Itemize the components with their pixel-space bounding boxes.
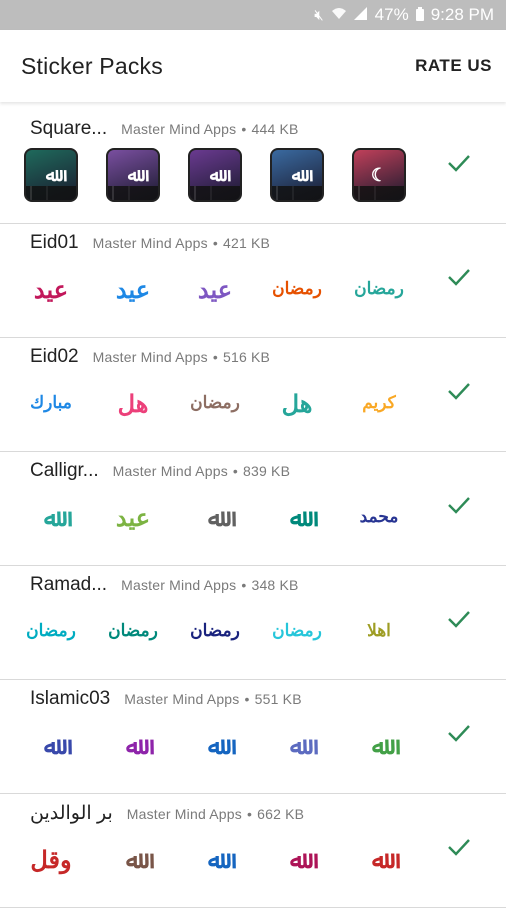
- added-check-icon[interactable]: [446, 150, 472, 176]
- sticker-pack-row[interactable]: Eid02 Master Mind Apps • 516 KB مبارك هل رمضان…: [0, 338, 506, 452]
- sticker-thumbnail: ﷲ: [125, 844, 141, 874]
- meta-separator: •: [232, 463, 238, 479]
- pack-size: 662 KB: [257, 806, 305, 822]
- sticker-pack-row[interactable]: Eid01 Master Mind Apps • 421 KB عيد عيد عيد رمض…: [0, 224, 506, 338]
- pack-size: 444 KB: [251, 121, 299, 137]
- pack-publisher: Master Mind Apps: [112, 463, 228, 479]
- sticker-thumbnail: رمضان: [272, 279, 322, 299]
- added-check-icon[interactable]: [446, 378, 472, 404]
- sticker-thumbnail: ﷲ: [207, 502, 223, 532]
- rate-us-button[interactable]: RATE US: [415, 56, 492, 76]
- pack-size: 421 KB: [222, 235, 271, 251]
- pack-name: Islamic03: [30, 688, 111, 709]
- pack-name: Ramad...: [30, 574, 108, 595]
- battery-icon: [415, 6, 424, 24]
- pack-header: Calligr... Master Mind Apps • 839 KB: [30, 460, 356, 482]
- pack-publisher: Master Mind Apps: [126, 806, 242, 822]
- pack-header: Islamic03 Master Mind Apps • 551 KB: [30, 688, 356, 710]
- page-title: Sticker Packs: [21, 52, 163, 79]
- sticker-thumbnail: وقل: [30, 844, 72, 874]
- pack-header: Eid02 Master Mind Apps • 516 KB: [30, 346, 356, 368]
- sticker-pack-row[interactable]: Ramad... Master Mind Apps • 348 KB رمضان رمضا…: [0, 566, 506, 680]
- pack-header: بر الوالدين Master Mind Apps • 662 KB: [30, 802, 356, 825]
- app-header: Sticker Packs RATE US: [0, 30, 506, 102]
- mute-icon: 🔇︎: [314, 6, 324, 24]
- sticker-thumbnail: اهلا: [367, 621, 391, 641]
- pack-publisher: Master Mind Apps: [92, 235, 208, 251]
- pack-publisher: Master Mind Apps: [121, 577, 237, 593]
- pack-header: Square... Master Mind Apps • 444 KB: [30, 118, 356, 140]
- added-check-icon[interactable]: [446, 492, 472, 518]
- sticker-thumbnail: ﷲ: [24, 148, 78, 202]
- pack-name: Square...: [30, 118, 108, 139]
- sticker-thumbnail: عيد: [115, 274, 151, 304]
- sticker-thumbnail: ﷲ: [371, 844, 387, 874]
- sticker-thumbnail: ﷲ: [371, 730, 387, 760]
- wifi-icon: [331, 7, 347, 23]
- sticker-thumbnail: رمضان: [108, 621, 158, 641]
- clock: 9:28 PM: [430, 5, 494, 24]
- added-check-icon[interactable]: [446, 606, 472, 632]
- sticker-thumbnail: عيد: [115, 502, 151, 532]
- added-check-icon[interactable]: [446, 264, 472, 290]
- sticker-thumbnail: ﷲ: [270, 148, 324, 202]
- pack-publisher: Master Mind Apps: [92, 349, 208, 365]
- meta-separator: •: [241, 121, 247, 137]
- sticker-pack-row[interactable]: Calligr... Master Mind Apps • 839 KB ﷲ عيد ﷲ ﷲ م…: [0, 452, 506, 566]
- sticker-pack-row[interactable]: Islamic03 Master Mind Apps • 551 KB ﷲ ﷲ ﷲ ﷲ ﷲ: [0, 680, 506, 794]
- meta-separator: •: [212, 235, 218, 251]
- sticker-pack-row[interactable]: بر الوالدين Master Mind Apps • 662 KB وقل ﷲ ﷲ ﷲ…: [0, 794, 506, 908]
- sticker-thumbnail: هل: [117, 388, 149, 418]
- sticker-thumbnail: محمد: [359, 507, 399, 527]
- sticker-thumbnail: ﷲ: [188, 148, 242, 202]
- pack-header: Ramad... Master Mind Apps • 348 KB: [30, 574, 356, 596]
- pack-size: 839 KB: [243, 463, 291, 479]
- sticker-thumbnail: رمضان: [190, 393, 240, 413]
- pack-publisher: Master Mind Apps: [124, 691, 240, 707]
- sticker-thumbnail: ☾: [352, 148, 406, 202]
- sticker-thumbnail: عيد: [197, 274, 233, 304]
- sticker-thumbnail: رمضان: [190, 621, 240, 641]
- sticker-thumbnail: عيد: [33, 274, 69, 304]
- meta-separator: •: [241, 577, 247, 593]
- sticker-thumbnail: ﷲ: [207, 844, 223, 874]
- sticker-thumbnail: رمضان: [272, 621, 322, 641]
- sticker-thumbnail: كريم: [362, 393, 396, 413]
- sticker-thumbnail: ﷲ: [289, 502, 305, 532]
- sticker-thumbnail: ﷲ: [289, 730, 305, 760]
- sticker-thumbnail: ﷲ: [43, 502, 59, 532]
- pack-name: Eid02: [30, 346, 79, 367]
- sticker-thumbnail: ﷲ: [207, 730, 223, 760]
- sticker-pack-row[interactable]: Square... Master Mind Apps • 444 KB ﷲ ﷲ ﷲ ﷲ ☾: [0, 110, 506, 224]
- pack-name: Calligr...: [30, 460, 99, 481]
- added-check-icon[interactable]: [446, 720, 472, 746]
- sticker-thumbnail: ﷲ: [43, 730, 59, 760]
- meta-separator: •: [212, 349, 218, 365]
- pack-size: 551 KB: [254, 691, 302, 707]
- sticker-thumbnail: ﷲ: [125, 730, 141, 760]
- added-check-icon[interactable]: [446, 834, 472, 860]
- status-bar: 🔇︎ 47% 9:28 PM: [0, 0, 506, 30]
- sticker-thumbnail: رمضان: [354, 279, 404, 299]
- meta-separator: •: [244, 691, 250, 707]
- sticker-thumbnail: هل: [281, 388, 313, 418]
- sticker-thumbnail: ﷲ: [289, 844, 305, 874]
- pack-publisher: Master Mind Apps: [121, 121, 237, 137]
- sticker-thumbnail: مبارك: [30, 393, 72, 413]
- pack-header: Eid01 Master Mind Apps • 421 KB: [30, 232, 356, 254]
- pack-name: بر الوالدين: [30, 803, 113, 824]
- sticker-thumbnail: ﷲ: [106, 148, 160, 202]
- meta-separator: •: [246, 806, 253, 822]
- pack-name: Eid01: [30, 232, 79, 253]
- battery-percent: 47%: [374, 5, 409, 24]
- sticker-thumbnail: رمضان: [26, 621, 76, 641]
- pack-size: 348 KB: [251, 577, 299, 593]
- pack-size: 516 KB: [222, 349, 271, 365]
- signal-icon: [353, 7, 368, 23]
